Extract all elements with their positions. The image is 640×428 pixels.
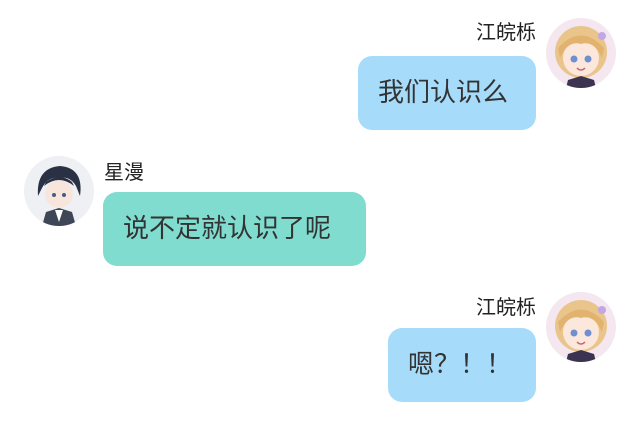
sender-name: 江皖栎 bbox=[476, 20, 536, 44]
sender-name: 星漫 bbox=[104, 160, 144, 184]
sender-name: 江皖栎 bbox=[476, 295, 536, 319]
bottom-divider bbox=[0, 418, 640, 428]
message-bubble-sent[interactable]: 嗯？！！ bbox=[388, 328, 536, 402]
anime-girl-avatar[interactable] bbox=[546, 18, 616, 88]
anime-girl-avatar[interactable] bbox=[546, 292, 616, 362]
anime-boy-avatar[interactable] bbox=[24, 156, 94, 226]
message-bubble-received[interactable]: 说不定就认识了呢 bbox=[103, 192, 366, 266]
message-bubble-sent[interactable]: 我们认识么 bbox=[358, 56, 536, 130]
